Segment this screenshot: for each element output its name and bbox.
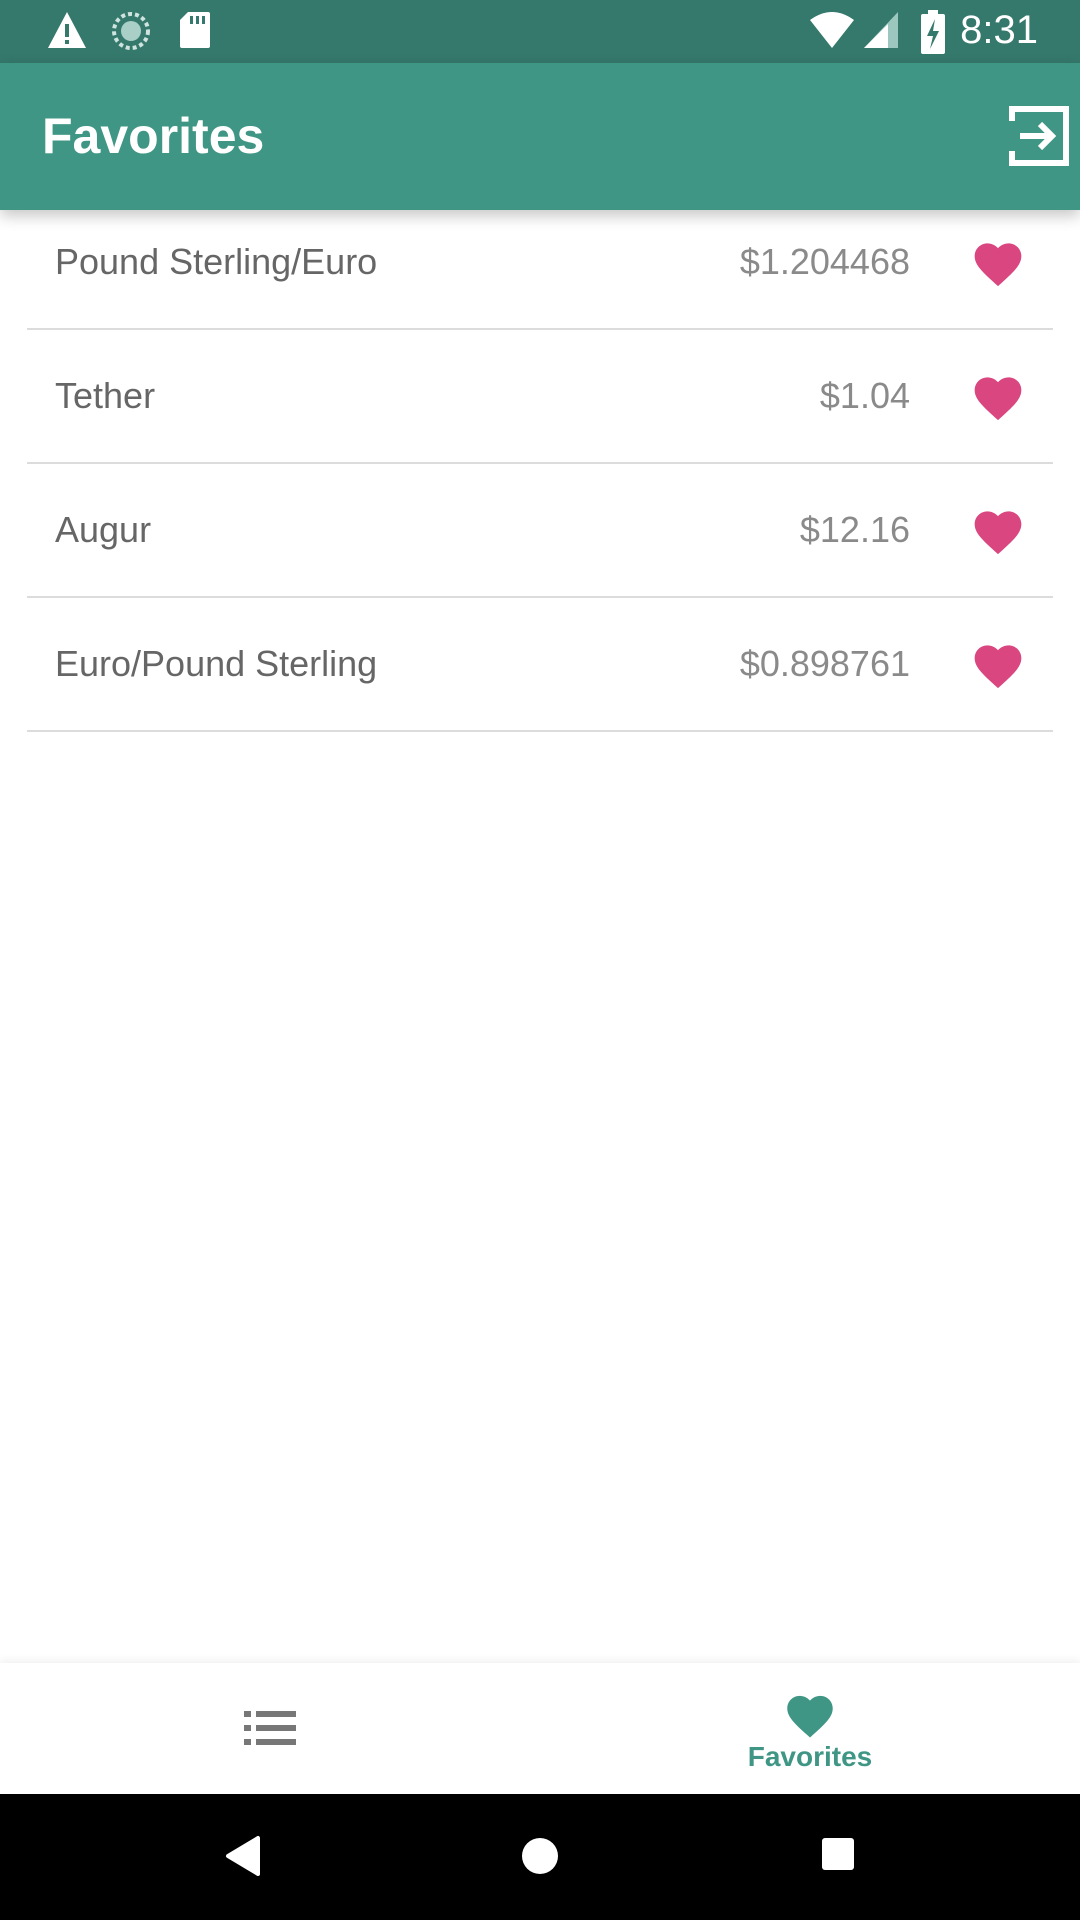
favorites-list: Pound Sterling/Euro $1.204468 Tether $1.… [27, 196, 1053, 732]
signal-icon [864, 12, 898, 48]
heart-icon[interactable] [970, 236, 1026, 288]
heart-icon[interactable] [970, 504, 1026, 556]
heart-icon [787, 1695, 833, 1738]
page-title: Favorites [42, 108, 265, 164]
bottom-nav: Favorites [0, 1663, 1080, 1794]
wifi-icon [810, 12, 854, 48]
currency-price: $0.898761 [739, 643, 910, 684]
list-item[interactable]: Augur $12.16 [27, 464, 1053, 598]
battery-charging-icon [921, 10, 945, 54]
currency-name: Augur [55, 509, 152, 550]
recents-icon[interactable] [818, 1834, 858, 1874]
list-icon[interactable] [240, 1705, 300, 1751]
sd-card-icon [180, 12, 210, 48]
app-bar: Favorites [0, 63, 1080, 210]
currency-price: $12.16 [799, 509, 910, 550]
home-icon[interactable] [518, 1834, 562, 1878]
currency-price: $1.04 [819, 375, 910, 416]
list-item[interactable]: Euro/Pound Sterling $0.898761 [27, 598, 1053, 732]
back-icon[interactable] [222, 1834, 262, 1878]
list-item[interactable]: Tether $1.04 [27, 330, 1053, 464]
heart-icon[interactable] [970, 638, 1026, 690]
currency-price: $1.204468 [739, 241, 910, 282]
currency-name: Euro/Pound Sterling [55, 643, 378, 684]
sync-icon [112, 12, 150, 50]
status-time: 8:31 [960, 8, 1038, 52]
tab-favorites-label: Favorites [747, 1741, 873, 1772]
heart-icon[interactable] [970, 370, 1026, 422]
logout-icon[interactable] [1006, 103, 1072, 169]
currency-name: Tether [55, 375, 156, 416]
system-nav-bar [0, 1794, 1080, 1920]
list-item[interactable]: Pound Sterling/Euro $1.204468 [27, 196, 1053, 330]
currency-name: Pound Sterling/Euro [55, 241, 378, 282]
warning-icon [48, 12, 86, 48]
status-bar: 8:31 [0, 0, 1080, 63]
tab-favorites[interactable]: Favorites [690, 1689, 930, 1773]
